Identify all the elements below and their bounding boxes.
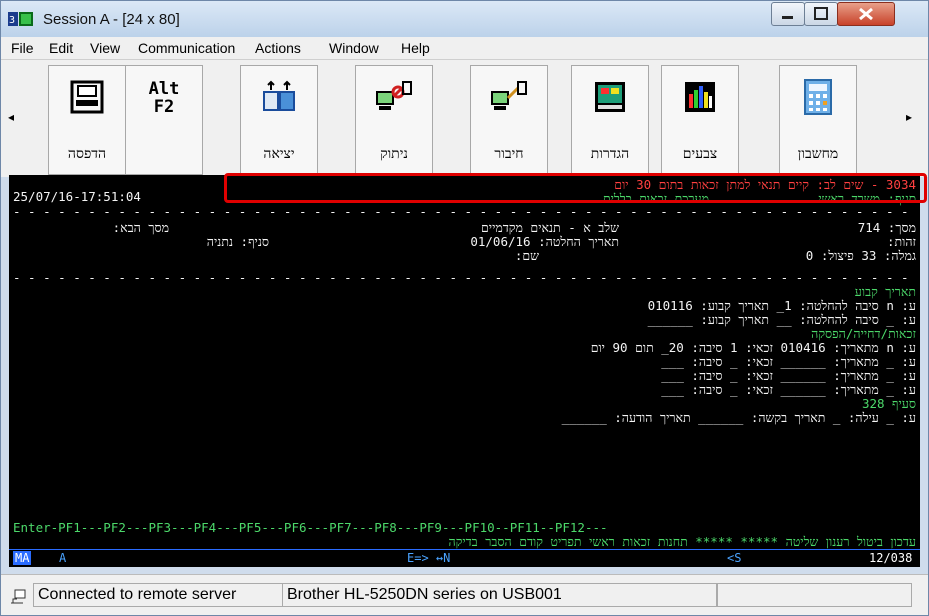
title-bar[interactable]: 3 Session A - [24 x 80] xyxy=(1,1,928,37)
menu-window[interactable]: Window xyxy=(329,40,379,56)
terminal-row-328[interactable]: ע: _ עילה: _ תאריך בקשה: ______ תאריך הו… xyxy=(13,411,916,425)
menu-communication[interactable]: Communication xyxy=(138,40,235,56)
oia-insert-state: E=> ↔N xyxy=(407,551,451,565)
print-button[interactable]: הדפסה xyxy=(48,65,126,175)
terminal-rights-section: זכאות/דחייה/הפסקה xyxy=(811,327,916,341)
menu-actions[interactable]: Actions xyxy=(255,40,301,56)
connection-status: Connected to remote server xyxy=(33,583,283,607)
oia-shift-state: <S xyxy=(727,551,742,565)
colors-icon xyxy=(685,82,715,112)
terminal-pf-labels: עדכון ביטול רענון שליטה ***** ***** תחנו… xyxy=(448,535,916,549)
window-title: Session A - [24 x 80] xyxy=(43,11,180,28)
oia-mode: A xyxy=(59,551,67,565)
connect-label: חיבור xyxy=(494,146,524,162)
svg-text:3: 3 xyxy=(9,15,15,26)
menu-edit[interactable]: Edit xyxy=(49,40,73,56)
status-bar: Connected to remote server Brother HL-52… xyxy=(1,574,928,615)
calculator-icon xyxy=(804,79,832,115)
terminal-branch-netanya: סניף: נתניה xyxy=(206,235,269,249)
maximize-icon xyxy=(814,7,828,20)
terminal-next-screen: מסך הבא: xyxy=(112,221,169,235)
disconnect-icon xyxy=(376,81,412,110)
toolbar-scroll-right-icon[interactable]: ▸ xyxy=(904,110,914,124)
alt-f2-icon: Alt F2 xyxy=(126,80,202,116)
terminal-separator-1: - - - - - - - - - - - - - - - - - - - - … xyxy=(13,205,909,219)
calculator-label: מחשבון xyxy=(797,146,839,162)
terminal-pf-keys: Enter-PF1---PF2---PF3---PF4---PF5---PF6-… xyxy=(13,521,608,535)
exit-icon xyxy=(263,80,295,111)
menu-file[interactable]: File xyxy=(11,40,34,56)
colors-button[interactable]: צבעים xyxy=(661,65,739,175)
alt-f2-button[interactable]: Alt F2 xyxy=(125,65,203,175)
menu-view[interactable]: View xyxy=(90,40,120,56)
network-connection-icon xyxy=(11,589,26,604)
terminal-name-label: שם: xyxy=(514,249,539,263)
operator-info-area: MA A E=> ↔N <S 12/038 xyxy=(9,549,920,567)
connect-icon xyxy=(491,81,527,110)
terminal-decision-date: תאריך החלטה: 01/06/16 xyxy=(470,235,619,249)
toolbar: ◂ הדפסה Alt F2 יציאה ניתוק חיבור הגדרות … xyxy=(1,60,928,177)
exit-label: יציאה xyxy=(263,146,295,162)
menu-bar: File Edit View Communication Actions Win… xyxy=(1,37,928,60)
menu-help[interactable]: Help xyxy=(401,40,430,56)
printer-icon xyxy=(70,80,104,114)
terminal-rights-row-1[interactable]: ע: n מתאריך: 010416 זכאי: 1 סיבה: 20_ תו… xyxy=(13,341,916,355)
terminal-separator-2: - - - - - - - - - - - - - - - - - - - - … xyxy=(13,271,909,285)
app-icon: 3 xyxy=(8,12,33,26)
settings-icon xyxy=(595,82,625,112)
minimize-icon xyxy=(782,16,793,19)
print-label: הדפסה xyxy=(67,146,107,162)
terminal-rights-row-2[interactable]: ע: _ מתאריך: ______ זכאי: _ סיבה: ___ xyxy=(13,355,916,369)
terminal-section-328: סעיף 328 xyxy=(861,397,916,411)
terminal-fixed-row-1[interactable]: ע: n סיבה להחלטה: 1_ תאריך קבוע: 010116 xyxy=(13,299,916,313)
message-highlight-box xyxy=(224,173,927,203)
printer-status: Brother HL-5250DN series on USB001 xyxy=(282,583,718,607)
oia-cursor-position: 12/038 xyxy=(869,551,913,565)
maximize-button[interactable] xyxy=(804,2,838,26)
oia-indicator: MA xyxy=(13,551,32,565)
disconnect-button[interactable]: ניתוק xyxy=(355,65,433,175)
connect-button[interactable]: חיבור xyxy=(470,65,548,175)
minimize-button[interactable] xyxy=(771,2,805,26)
f2-text: F2 xyxy=(153,97,175,117)
colors-label: צבעים xyxy=(682,146,718,162)
settings-button[interactable]: הגדרות xyxy=(571,65,649,175)
calculator-button[interactable]: מחשבון xyxy=(779,65,857,175)
toolbar-scroll-left-icon[interactable]: ◂ xyxy=(6,110,16,124)
exit-button[interactable]: יציאה xyxy=(240,65,318,175)
status-empty-cell xyxy=(716,583,912,607)
close-button[interactable] xyxy=(837,2,895,26)
terminal-screen[interactable]: 3034 - שים לב: קיים תנאי למתן זכאות בתום… xyxy=(9,175,920,549)
terminal-stage-title: שלב א - תנאים מקדמיים xyxy=(481,221,619,235)
terminal-rights-row-3[interactable]: ע: _ מתאריך: ______ זכאי: _ סיבה: ___ xyxy=(13,369,916,383)
terminal-fixed-row-2[interactable]: ע: _ סיבה להחלטה: __ תאריך קבוע: ______ xyxy=(13,313,916,327)
disconnect-label: ניתוק xyxy=(380,146,408,162)
terminal-fixed-date-section: תאריך קבוע xyxy=(854,285,916,299)
alt-text: Alt xyxy=(148,79,180,99)
terminal-rights-row-4[interactable]: ע: _ מתאריך: ______ זכאי: _ סיבה: ___ xyxy=(13,383,916,397)
close-icon xyxy=(859,7,873,21)
settings-label: הגדרות xyxy=(590,146,630,162)
emulator-window: 3 Session A - [24 x 80] File Edit View C… xyxy=(0,0,929,616)
